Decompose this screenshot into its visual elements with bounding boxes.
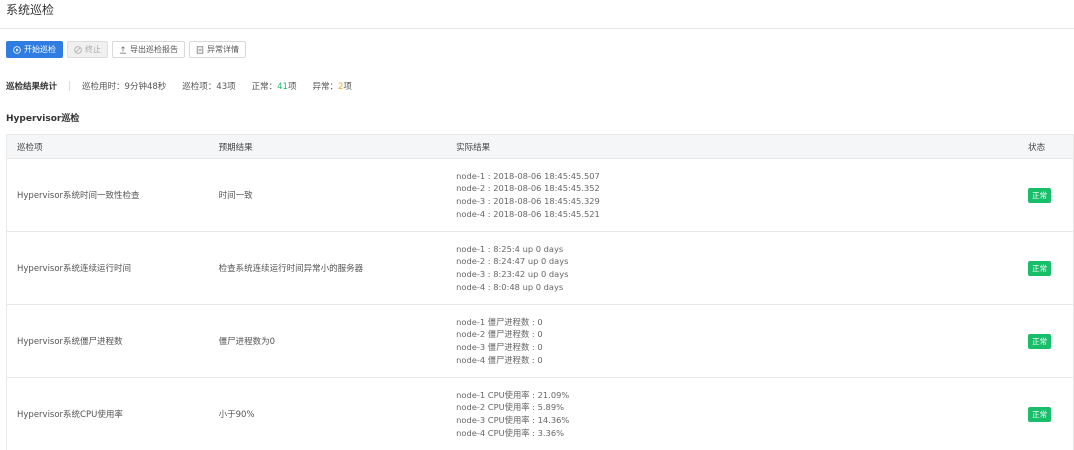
play-circle-icon [13,45,21,54]
table-row: Hypervisor系统时间一致性检查 时间一致 node-1 : 2018-0… [7,159,1073,232]
stop-button[interactable]: 终止 [67,41,108,58]
actual-line: node-3 : 8:23:42 up 0 days [456,269,569,279]
actual-line: node-1 : 8:25:4 up 0 days [456,243,564,254]
stats-normal: 正常：41项 [252,80,297,92]
document-icon [196,45,204,54]
row-expected: 检查系统连续运行时间异常小的服务器 [218,264,364,274]
row-actual: node-1 : 2018-08-06 18:45:45.507 node-2 … [456,170,1028,220]
row-expected: 僵尸进程数为0 [218,337,276,347]
export-report-label: 导出巡检报告 [130,45,178,54]
row-item: Hypervisor系统连续运行时间 [17,264,132,274]
page-title: 系统巡检 [6,3,55,17]
duration-value: 9分钟48秒 [124,82,167,92]
actual-line: node-2 僵尸进程数 : 0 [456,329,543,340]
normal-label: 正常： [251,82,278,92]
table-row: Hypervisor系统僵尸进程数 僵尸进程数为0 node-1 僵尸进程数 :… [7,305,1073,378]
stats-abnormal: 异常：2项 [312,80,351,92]
status-badge: 正常 [1028,333,1052,349]
actual-line: node-2 : 2018-08-06 18:45:45.352 [456,183,600,194]
actual-line: node-4 : 8:0:48 up 0 days [456,281,564,292]
actual-line: node-4 僵尸进程数 : 0 [456,354,543,365]
status-badge: 正常 [1028,260,1052,276]
actual-line: node-4 CPU使用率 : 3.36% [456,427,564,438]
row-actual: node-1 : 8:25:4 up 0 days node-2 : 8:24:… [456,243,1028,293]
table-header: 巡检项 预期结果 实际结果 状态 [7,134,1073,159]
table-row: Hypervisor系统CPU使用率 小于90% node-1 CPU使用率 :… [7,378,1073,450]
toolbar: 开始巡检 终止 导出巡检报告 异常详情 [6,41,246,58]
header-status: 状态 [1028,142,1046,153]
actual-line: node-3 CPU使用率 : 14.36% [456,415,570,425]
start-inspection-button[interactable]: 开始巡检 [6,41,63,58]
stop-circle-icon [74,45,82,54]
inspection-stats: 巡检结果统计 巡检用时：9分钟48秒 巡检项：43项 正常：41项 异常：2项 [6,80,368,92]
stats-items: 巡检项：43项 [182,80,235,92]
actual-line: node-3 : 2018-08-06 18:45:45.329 [456,196,600,206]
table-row: Hypervisor系统连续运行时间 检查系统连续运行时间异常小的服务器 nod… [7,232,1073,305]
inspection-table: 巡检项 预期结果 实际结果 状态 Hypervisor系统时间一致性检查 时间一… [6,134,1074,450]
abnormal-unit: 项 [343,82,352,92]
row-item: Hypervisor系统时间一致性检查 [17,191,140,201]
stats-heading: 巡检结果统计 [6,82,58,92]
row-expected: 小于90% [218,410,255,420]
normal-count: 41 [277,82,288,92]
actual-line: node-2 CPU使用率 : 5.89% [456,402,564,413]
normal-unit: 项 [287,82,297,92]
abnormal-label: 异常： [312,82,338,92]
duration-label: 巡检用时： [82,82,125,92]
start-inspection-label: 开始巡检 [24,45,56,54]
abnormal-detail-label: 异常详情 [207,45,239,54]
section-title: Hypervisor巡检 [6,114,80,124]
status-badge: 正常 [1028,406,1052,422]
row-actual: node-1 CPU使用率 : 21.09% node-2 CPU使用率 : 5… [456,389,1028,439]
items-label: 巡检项： [182,82,217,92]
row-actual: node-1 僵尸进程数 : 0 node-2 僵尸进程数 : 0 node-3… [456,316,1028,366]
row-expected: 时间一致 [218,191,253,201]
row-item: Hypervisor系统僵尸进程数 [17,337,123,347]
actual-line: node-1 僵尸进程数 : 0 [456,316,543,327]
header-actual: 实际结果 [456,142,491,153]
actual-line: node-2 : 8:24:47 up 0 days [456,256,569,267]
export-report-button[interactable]: 导出巡检报告 [112,41,185,58]
stop-label: 终止 [85,45,101,54]
title-divider [0,28,1074,29]
actual-line: node-1 CPU使用率 : 21.09% [456,389,570,400]
actual-line: node-1 : 2018-08-06 18:45:45.507 [456,170,600,181]
actual-line: node-3 僵尸进程数 : 0 [456,342,543,352]
header-item: 巡检项 [17,142,43,153]
stats-divider [69,81,71,91]
abnormal-detail-button[interactable]: 异常详情 [189,41,246,58]
actual-line: node-4 : 2018-08-06 18:45:45.521 [456,208,600,219]
stats-duration: 巡检用时：9分钟48秒 [82,80,166,92]
status-badge: 正常 [1028,187,1052,203]
header-expected: 预期结果 [218,142,253,153]
row-item: Hypervisor系统CPU使用率 [17,410,123,420]
export-icon [119,45,127,54]
items-value: 43项 [216,82,236,92]
